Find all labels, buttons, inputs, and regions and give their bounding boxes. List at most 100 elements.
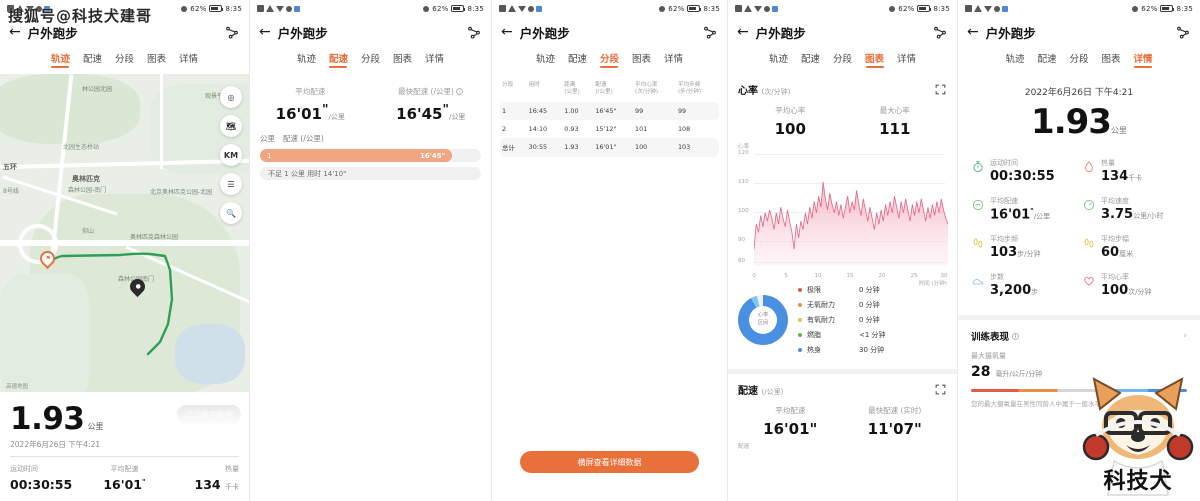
- x-tick: 20: [878, 273, 886, 279]
- expand-fullscreen-icon[interactable]: [934, 383, 947, 396]
- cell-segment: 1: [500, 101, 527, 120]
- expand-fullscreen-icon[interactable]: [934, 83, 947, 96]
- tab-splits[interactable]: 分段: [833, 51, 852, 68]
- app-badge-icon: [772, 5, 778, 12]
- activity-datetime: 2022年6月26日 下午4:21: [1024, 88, 1134, 98]
- watermark-text: 搜狐号@科技犬建哥: [8, 7, 153, 25]
- route-map[interactable]: 林公园北园 观景平台 北园生态桥站 五环 8号线 奥林匹克 森林公园-南门 北京…: [0, 74, 249, 392]
- metric-avg-speed: 平均速度 3.75公里/小时: [1082, 196, 1187, 221]
- tab-pace[interactable]: 配速: [1037, 51, 1056, 68]
- tab-pace[interactable]: 配速: [568, 51, 587, 68]
- tab-details[interactable]: 详情: [179, 51, 198, 68]
- back-arrow-icon[interactable]: ←: [9, 25, 21, 39]
- share-route-icon[interactable]: [466, 24, 482, 40]
- page-title: 户外跑步: [519, 25, 570, 41]
- metric-label: 平均心率: [1101, 273, 1129, 282]
- tab-splits[interactable]: 分段: [115, 51, 134, 68]
- cell-distance: 1.93: [562, 137, 594, 157]
- back-arrow-icon[interactable]: ←: [967, 25, 979, 39]
- stat-duration: 运动时间 00:30:55: [10, 464, 86, 492]
- cell-pace: 15'12": [595, 124, 617, 133]
- tab-track[interactable]: 轨迹: [769, 51, 788, 68]
- tab-track[interactable]: 轨迹: [297, 51, 316, 68]
- stat-label: 平均配速: [775, 406, 806, 415]
- distance-unit: 公里: [87, 422, 104, 431]
- search-icon[interactable]: 🔍: [220, 202, 242, 224]
- tab-track[interactable]: 轨迹: [1005, 51, 1024, 68]
- stat-avg-pace: 平均配速 16'01": [86, 464, 162, 492]
- share-route-icon[interactable]: [932, 24, 948, 40]
- distance-value: 1.93: [10, 401, 85, 437]
- tab-splits[interactable]: 分段: [600, 51, 619, 68]
- tab-pace[interactable]: 配速: [801, 51, 820, 68]
- layers-icon[interactable]: ☰: [220, 173, 242, 195]
- tab-details[interactable]: 详情: [897, 51, 916, 68]
- bar-km-label: 1: [267, 151, 272, 160]
- tab-details[interactable]: 详情: [1134, 51, 1153, 68]
- signal-bars-icon: [974, 5, 982, 12]
- tab-charts[interactable]: 图表: [632, 51, 651, 68]
- share-route-icon[interactable]: [1175, 24, 1191, 40]
- stat-label: 最快配速 (/公里) i: [371, 86, 492, 97]
- metric-value: 60厘米: [1101, 245, 1134, 261]
- back-arrow-icon[interactable]: ←: [737, 25, 749, 39]
- pace-summary: 平均配速 16'01" 最快配速 (实时) 11'07": [738, 397, 947, 440]
- tab-pace[interactable]: 配速: [83, 51, 102, 68]
- cell-avg-cadence: 108: [677, 124, 691, 133]
- cell-distance: 1.00: [562, 101, 594, 120]
- metric-duration: 运动时间 00:30:55: [971, 158, 1076, 183]
- tab-pace[interactable]: 配速: [329, 51, 348, 68]
- tab-track[interactable]: 轨迹: [51, 51, 70, 68]
- share-route-icon[interactable]: [224, 24, 240, 40]
- section-title: 配速 (/公里): [738, 386, 784, 397]
- heart-rate-series: [754, 181, 948, 266]
- metric-stride-length: 平均步幅 60厘米: [1082, 234, 1187, 259]
- summary-stats: 运动时间 00:30:55 平均配速 16'01" 热量 134 千卡: [10, 464, 239, 492]
- vo2max-label: 最大摄氧量: [971, 352, 1006, 361]
- tab-details[interactable]: 详情: [425, 51, 444, 68]
- mute-icon: [423, 5, 430, 12]
- km-toggle-button[interactable]: KM: [220, 144, 242, 166]
- metric-avg-hr: 平均心率 100次/分钟: [1082, 272, 1187, 297]
- heart-rate-chart[interactable]: 心率 120 110 100 90 80 0 5 10 15 20 25 30 …: [738, 144, 948, 287]
- table-row: 1 16:45 1.00 16'45" 99 99: [500, 101, 719, 120]
- tab-track[interactable]: 轨迹: [536, 51, 555, 68]
- locate-icon[interactable]: ◎: [220, 86, 242, 108]
- section-title: 心率 (次/分钟): [738, 86, 791, 97]
- nav-left: ← 户外跑步: [967, 23, 1036, 42]
- distance-unit: 公里: [1110, 126, 1127, 135]
- hr-zone-list: 极限 0 分钟 无氧耐力 0 分钟 有氧耐力 0 分钟 燃脂 <1 分钟 热身 …: [798, 282, 947, 357]
- avg-pace-stat: 平均配速 16'01"/公里: [250, 86, 371, 123]
- tab-bar: 轨迹 配速 分段 图表 详情: [250, 47, 491, 74]
- info-icon[interactable]: i: [1012, 332, 1020, 340]
- pace-bar-row: 1 16'45": [260, 149, 481, 162]
- landscape-details-button[interactable]: 横屏查看详细数据: [520, 451, 699, 473]
- heart-rate-section: 心率 (次/分钟) 平均心率 100 最大心率 111 心率 120 110 1…: [728, 74, 957, 287]
- tab-charts[interactable]: 图表: [865, 51, 884, 68]
- partial-km-text: 不足 1 公里 用时 14'10": [268, 169, 347, 178]
- clock-time: 8:35: [225, 4, 242, 13]
- tab-charts[interactable]: 图表: [147, 51, 166, 68]
- wifi-icon: [984, 5, 992, 12]
- stat-value: 16'45"/公里: [396, 101, 466, 123]
- chevron-right-icon[interactable]: ›: [1183, 331, 1187, 341]
- map-layer-icon[interactable]: 🗺: [220, 115, 242, 137]
- tab-details[interactable]: 详情: [664, 51, 683, 68]
- tab-splits[interactable]: 分段: [1069, 51, 1088, 68]
- stat-label: 平均配速: [295, 87, 326, 96]
- clock-time: 8:35: [703, 4, 720, 13]
- tab-charts[interactable]: 图表: [393, 51, 412, 68]
- back-arrow-icon[interactable]: ←: [259, 25, 271, 39]
- info-icon[interactable]: i: [456, 88, 464, 95]
- status-left-icons: [735, 5, 778, 12]
- cell-segment: 2: [502, 124, 507, 133]
- back-arrow-icon[interactable]: ←: [501, 25, 513, 39]
- metric-label: 步数: [990, 273, 1004, 282]
- bluetooth-icon: [528, 5, 534, 12]
- col-pace: 配速 (/公里): [283, 134, 324, 143]
- share-route-icon[interactable]: [702, 24, 718, 40]
- metric-value: 3,200步: [990, 283, 1039, 299]
- col-avg-cadence: 平均步频 (步/分钟): [677, 82, 702, 95]
- tab-splits[interactable]: 分段: [361, 51, 380, 68]
- tab-charts[interactable]: 图表: [1102, 51, 1121, 68]
